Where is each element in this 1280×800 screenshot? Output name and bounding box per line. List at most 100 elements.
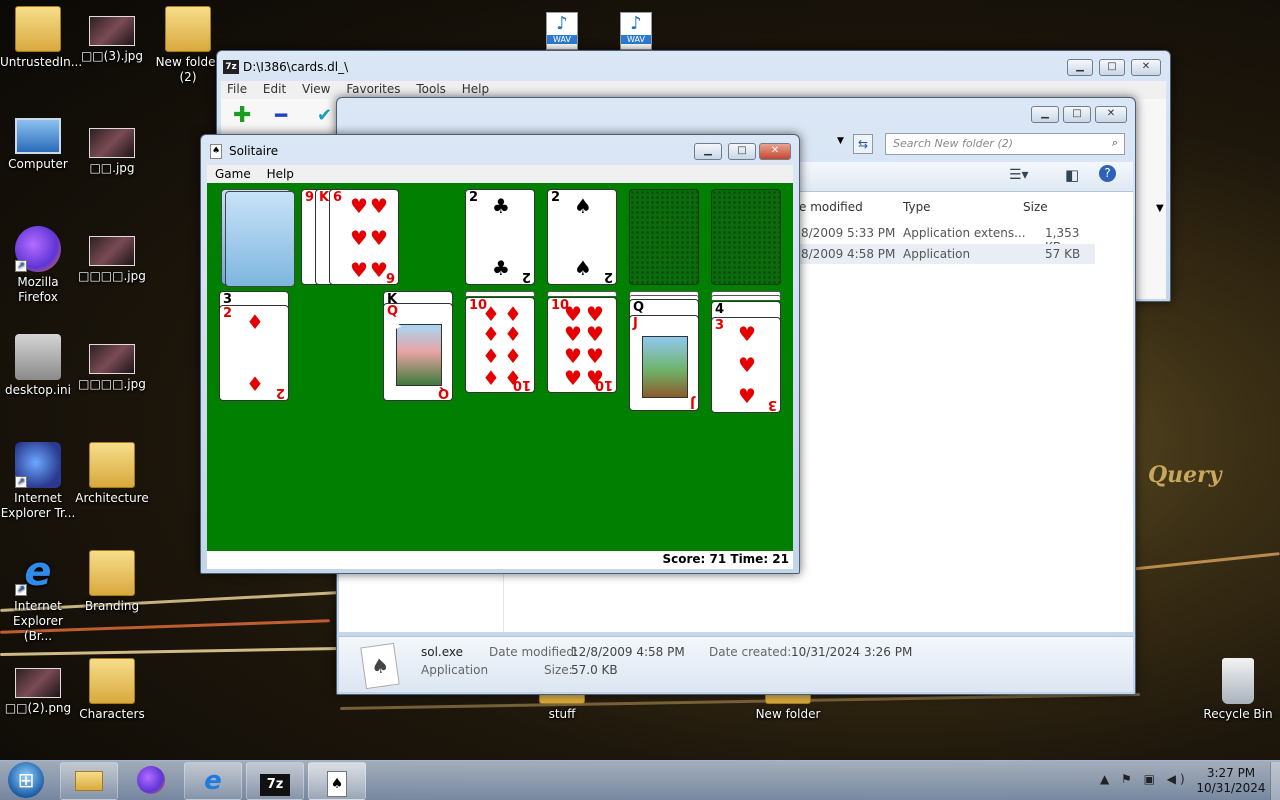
tableau-card-top[interactable]: J J [629,315,699,411]
desktop-icon-label: Architecture [75,491,149,505]
diamond-icon: ♦ [504,344,522,368]
taskbar-7zip-button[interactable]: 7z [246,762,304,800]
card-rank: 2 [469,190,479,205]
minimize-button[interactable]: ▁ [1067,59,1093,76]
desktop-icon[interactable]: □□□□.jpg [74,226,150,284]
music-note-icon: ♪ [630,13,642,34]
desktop-icon-label: desktop.ini [5,383,71,397]
add-icon[interactable]: ✚ [233,103,251,128]
desktop-icon[interactable]: Computer [0,118,76,172]
maximize-button[interactable]: □ [1063,106,1091,123]
tableau-card-top[interactable]: 2 ♦ ♦ 2 [219,305,289,401]
desktop-icon[interactable]: □□(3).jpg [74,6,150,64]
desktop-icon-label: □□(3).jpg [80,49,144,63]
menu-view[interactable]: View [302,82,330,96]
file-row[interactable]: 8/2009 5:33 PM Application extens... 1,3… [795,224,1095,254]
show-desktop-button[interactable] [1270,762,1280,800]
clock[interactable]: 3:27 PM 10/31/2024 [1196,766,1266,796]
remove-icon[interactable]: ━ [275,103,287,127]
solitaire-app-icon: ♠ [360,642,400,690]
desktop-icon-label: stuff [548,707,576,721]
chevron-down-icon[interactable]: ▼ [837,136,844,146]
desktop-icon[interactable]: Recycle Bin [1200,658,1276,722]
close-button[interactable]: ✕ [759,143,791,160]
menu-help[interactable]: Help [462,82,489,96]
jack-card-picture [642,336,688,398]
system-tray-icons[interactable]: ▲ ⚑ ▣ ◀) [1100,772,1189,786]
desktop-icon[interactable]: □□.jpg [74,118,150,176]
maximize-button[interactable]: □ [1099,59,1125,76]
menu-help[interactable]: Help [267,167,294,181]
extract-icon[interactable]: ✔ [317,105,332,126]
start-button[interactable]: ⊞ [8,762,44,798]
desktop-icon[interactable]: e ↗ Internet Explorer (Br... [0,550,76,644]
desktop-icon[interactable]: New folder (2) [150,6,226,85]
column-date-modified[interactable]: e modified [799,200,863,214]
minimize-button[interactable]: ▁ [1031,106,1059,123]
menu-edit[interactable]: Edit [263,82,286,96]
desktop-icon[interactable]: ↗ Internet Explorer Tr... [0,442,76,521]
wav-file-icon[interactable]: ♪ WAV [620,12,652,50]
menu-game[interactable]: Game [215,167,251,181]
desktop-icon[interactable]: □□(2).png [0,658,76,716]
waste-card-top[interactable]: 6 ♥ ♥ ♥ ♥ ♥ ♥ 6 [329,189,399,285]
search-input[interactable]: Search New folder (2) ⌕ [885,133,1125,155]
wav-file-icon[interactable]: ♪ WAV [546,12,578,50]
desktop-icon[interactable]: Characters [74,658,150,722]
preview-pane-icon[interactable]: ◧ [1065,166,1079,184]
desktop-icon-label: Internet Explorer Tr... [0,491,76,520]
close-button[interactable]: ✕ [1095,106,1127,123]
desktop-icon[interactable]: desktop.ini [0,334,76,398]
face-down-card-edge [711,295,781,300]
details-date-modified: 12/8/2009 4:58 PM [571,645,685,659]
menu-tools[interactable]: Tools [416,82,446,96]
internet-explorer-icon: e [204,766,222,796]
view-options-icon[interactable]: ☰▾ [1009,167,1029,183]
tableau-card-top[interactable]: 10 ♦ ♦ ♦ ♦ ♦ ♦ ♦ ♦ 10 [465,297,535,393]
maximize-button[interactable]: □ [728,143,756,160]
desktop-icon[interactable]: □□□□.jpg [74,334,150,392]
image-file-icon [89,16,135,46]
taskbar-solitaire-button[interactable]: ♠ [308,762,366,800]
image-file-icon [89,236,135,266]
foundation-card[interactable]: 2 ♣ ♣ 2 [465,189,535,285]
diamond-icon: ♦ [246,310,264,334]
card-rank-bottom: Q [437,385,449,400]
tableau-card-top[interactable]: 3 ♥ ♥ ♥ 3 [711,317,781,413]
desktop-icon-label: UntrustedIn... [0,55,83,69]
desktop-icon-label: New folder [755,707,821,721]
desktop-icon[interactable]: ↗ Mozilla Firefox [0,226,76,305]
card-rank-bottom: 2 [275,385,285,400]
heart-icon: ♥ [586,302,604,326]
menu-file[interactable]: File [227,82,247,96]
close-button[interactable]: ✕ [1131,59,1161,76]
details-type: Application [421,663,489,677]
desktop-icon[interactable]: UntrustedIn... [0,6,83,70]
taskbar-ie-button[interactable]: e [184,762,242,800]
foundation-empty-slot[interactable] [711,189,781,285]
shortcut-arrow-icon: ↗ [15,260,27,272]
image-file-icon [89,344,135,374]
row-size: 57 KB [1045,247,1081,261]
card-rank-bottom: 6 [385,269,395,284]
column-type[interactable]: Type [903,200,931,214]
column-size[interactable]: Size [1023,200,1048,214]
taskbar-firefox-button[interactable] [122,762,180,800]
folder-icon [89,658,135,704]
menu-favorites[interactable]: Favorites [346,82,400,96]
taskbar-explorer-button[interactable] [60,762,118,800]
foundation-empty-slot[interactable] [629,189,699,285]
diamond-icon: ♦ [504,322,522,346]
file-row-selected[interactable]: 8/2009 4:58 PM Application 57 KB [795,244,1095,264]
chevron-down-icon[interactable]: ▼ [1156,203,1164,214]
foundation-card[interactable]: 2 ♠ ♠ 2 [547,189,617,285]
refresh-icon[interactable]: ⇆ [853,134,873,154]
wallpaper-streak [0,647,341,656]
desktop-icon[interactable]: Architecture [74,442,150,506]
desktop-icon[interactable]: Branding [74,550,150,614]
help-icon[interactable]: ? [1099,165,1116,182]
sevenzip-icon: 7z [260,774,290,796]
desktop-icon-label: □□(2).png [4,701,72,715]
minimize-button[interactable]: ▁ [694,143,722,160]
tableau-card-top[interactable]: 10 ♥ ♥ ♥ ♥ ♥ ♥ ♥ ♥ 10 [547,297,617,393]
